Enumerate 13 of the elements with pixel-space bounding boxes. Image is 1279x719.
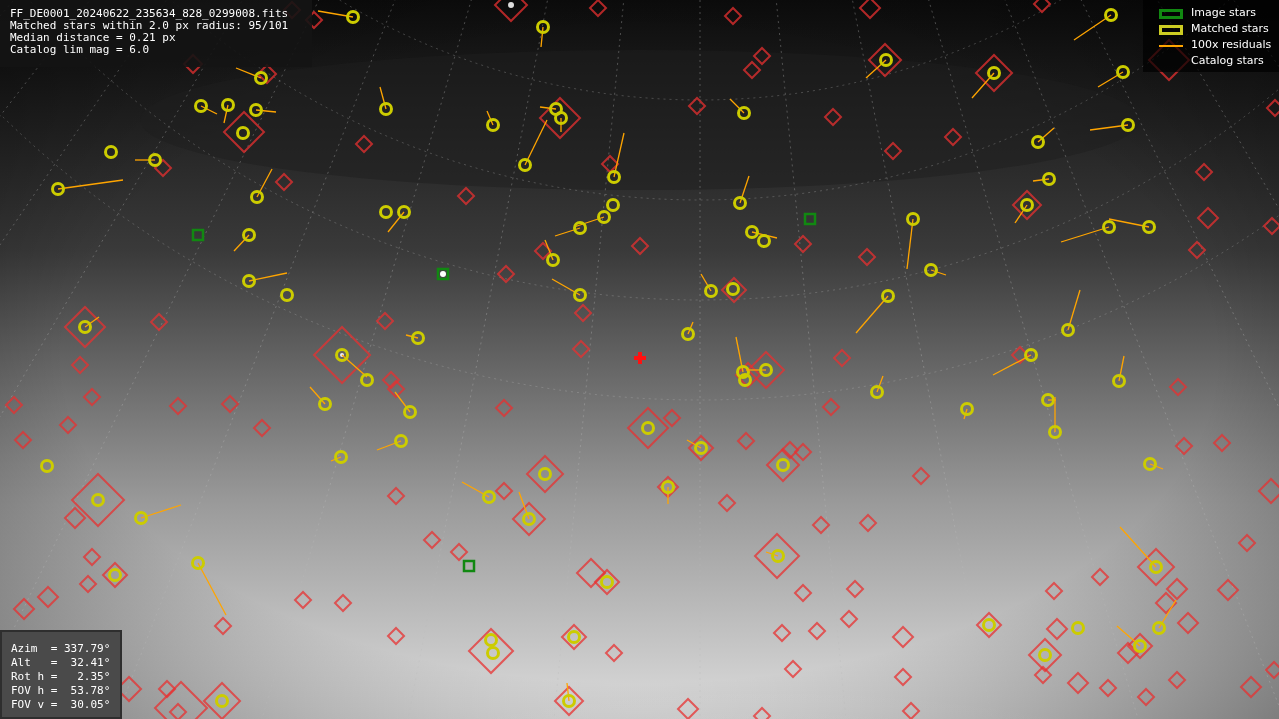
legend-label: Matched stars: [1191, 21, 1269, 38]
legend-label: Image stars: [1191, 5, 1256, 22]
pointing-line: FOV h = 53.78°: [11, 684, 112, 698]
pointing-line: Alt = 32.41°: [11, 656, 112, 670]
info-line: FF_DE0001_20240622_235634_828_0299008.fits: [10, 8, 290, 20]
info-line: Catalog lim mag = 6.0: [10, 44, 151, 56]
info-line: Matched stars within 2.0 px radius: 95/101: [10, 20, 290, 32]
pointing-line: Azim = 337.79°: [11, 642, 112, 656]
legend-label: Catalog stars: [1191, 53, 1264, 70]
pointing-line: Rot h = 2.35°: [11, 670, 112, 684]
legend-label: 100x residuals: [1191, 37, 1272, 54]
pointing-line: FOV v = 30.05°: [11, 698, 112, 712]
info-line: Median distance = 0.21 px: [10, 32, 177, 44]
